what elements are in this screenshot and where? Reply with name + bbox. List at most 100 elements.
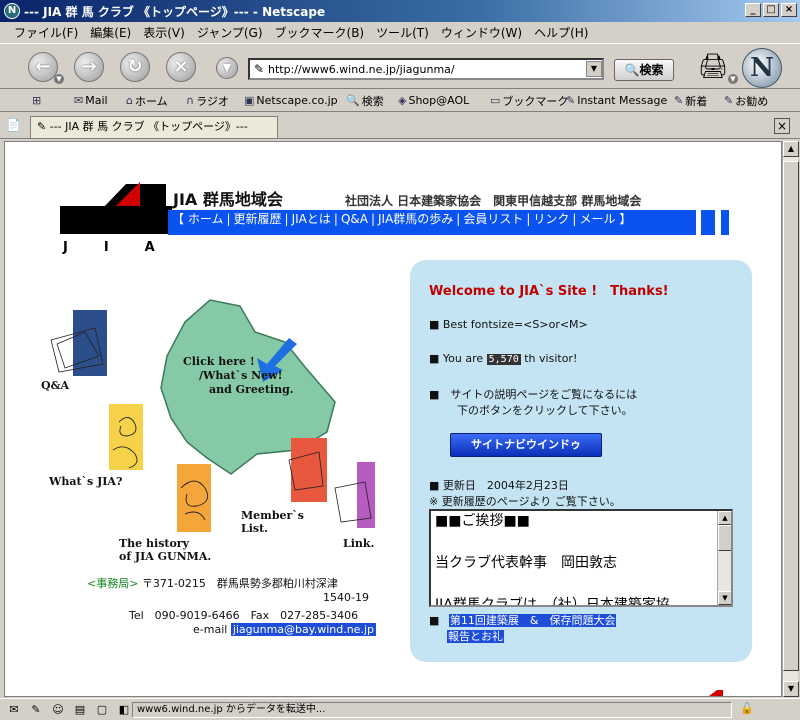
office-address: <事務局> 〒371-0215 群馬県勢多郡粕川村深津 xyxy=(87,575,338,591)
members-block[interactable] xyxy=(291,438,327,502)
map-text-3[interactable]: and Greeting. xyxy=(209,384,294,396)
office-label: <事務局> xyxy=(87,577,139,590)
nav-decor-block xyxy=(701,210,715,235)
whats-jia-block[interactable] xyxy=(109,404,143,470)
scroll-up-icon[interactable]: ▲ xyxy=(718,511,731,525)
bookmark-icon: ✎ xyxy=(566,94,576,107)
menu-bookmarks[interactable]: ブックマーク(B) xyxy=(275,24,365,41)
map-text-2[interactable]: /What`s New! xyxy=(199,370,282,382)
go-dropdown-button[interactable]: ▼ xyxy=(216,57,238,79)
stop-button[interactable]: × xyxy=(166,52,196,82)
back-history-dropdown-icon[interactable]: ▼ xyxy=(54,74,64,84)
history-link-2[interactable]: of JIA GUNMA. xyxy=(119,551,211,563)
scroll-up-icon[interactable]: ▲ xyxy=(783,141,799,157)
menu-edit[interactable]: 編集(E) xyxy=(90,24,131,41)
email-link[interactable]: jiagunma@bay.wind.ne.jp xyxy=(230,623,376,636)
composer-page-icon[interactable]: ▢ xyxy=(94,702,110,718)
url-bar[interactable]: ✎ ▼ xyxy=(248,58,604,80)
bookmark-new[interactable]: ✎ 新着 xyxy=(674,93,707,109)
bookmark-bookmarks[interactable]: ▭ ブックマーク xyxy=(490,93,568,109)
menu-help[interactable]: ヘルプ(H) xyxy=(534,24,588,41)
bookmark-search[interactable]: 🔍 検索 xyxy=(346,93,384,109)
tab-strip: 📄 ✎ --- JIA 群 馬 クラブ 《トップページ》--- × xyxy=(0,113,800,139)
bookmark-new-label: 新着 xyxy=(685,94,708,108)
greeting-textarea[interactable]: ■■ご挨拶■■ 当クラブ代表幹事 岡田敦志 JIA群馬クラブは、（社）日本建築家… xyxy=(429,509,733,607)
nav-qa[interactable]: Q&A xyxy=(341,212,368,226)
greeting-scrollbar[interactable]: ▲ ▼ xyxy=(717,511,731,605)
nav-bracket-close: 】 xyxy=(619,212,632,226)
bookmark-radio[interactable]: ∩ ラジオ xyxy=(186,93,229,109)
url-input[interactable] xyxy=(268,61,586,77)
link-link[interactable]: Link. xyxy=(343,538,374,550)
scroll-down-icon[interactable]: ▼ xyxy=(783,681,799,697)
close-tab-icon[interactable]: × xyxy=(774,118,790,134)
bookmark-mail[interactable]: ✉ Mail xyxy=(74,94,108,107)
nav-history[interactable]: JIA群馬の歩み xyxy=(378,212,453,226)
page-scrollbar[interactable]: ▲ ▼ xyxy=(782,141,799,697)
print-dropdown-icon[interactable]: ▼ xyxy=(728,74,738,84)
map-text-1[interactable]: Click here ! xyxy=(183,356,255,368)
nav-about-jia[interactable]: JIAとは xyxy=(292,212,331,226)
aim-icon[interactable]: ☺ xyxy=(50,702,66,718)
nav-update-history[interactable]: 更新履歴 xyxy=(234,212,282,226)
scroll-thumb[interactable] xyxy=(783,161,799,671)
url-dropdown-icon[interactable]: ▼ xyxy=(586,61,602,77)
mail-status-icon[interactable]: ✉ xyxy=(6,702,22,718)
navigation-toolbar: ← ▼ → ↻ × ▼ ✎ ▼ 🔍検索 🖨 ▼ N xyxy=(0,43,800,89)
office-tel-fax: Tel 090-9019-6466 Fax 027-285-3406 xyxy=(129,609,359,622)
nav-links[interactable]: リンク xyxy=(533,212,569,226)
close-button[interactable]: × xyxy=(781,3,797,17)
main-nav: 【 ホーム | 更新履歴 | JIAとは | Q&A | JIA群馬の歩み | 会員リスト | リンク |… xyxy=(168,210,696,235)
menu-file[interactable]: ファイル(F) xyxy=(14,24,78,41)
bookmark-shop-aol[interactable]: ◈ Shop@AOL xyxy=(398,94,469,107)
history-link-1[interactable]: The history xyxy=(119,538,189,550)
bookmark-bookmarks-label: ブックマーク xyxy=(502,94,569,108)
bookmark-netscape[interactable]: ▣ Netscape.co.jp xyxy=(244,94,338,107)
reload-button[interactable]: ↻ xyxy=(120,52,150,82)
site-navi-button[interactable]: サイトナビウインドゥ xyxy=(450,433,602,457)
maximize-button[interactable]: □ xyxy=(763,3,779,17)
offline-icon[interactable]: ◧ xyxy=(116,702,132,718)
whats-jia-link[interactable]: What`s JIA? xyxy=(49,476,122,488)
nav-member-list[interactable]: 会員リスト xyxy=(463,212,523,226)
members-link-2[interactable]: List. xyxy=(241,523,268,535)
footer-logo-fragment xyxy=(709,690,723,696)
composer-icon[interactable]: ✎ xyxy=(28,702,44,718)
members-link-1[interactable]: Member`s xyxy=(241,510,304,522)
netscape-app-icon[interactable]: N xyxy=(4,3,20,19)
link-block[interactable] xyxy=(357,462,375,528)
home-icon: ⌂ xyxy=(126,94,133,107)
minimize-button[interactable]: _ xyxy=(745,3,761,17)
news-link-2[interactable]: 報告とお礼 xyxy=(447,630,504,643)
security-lock-icon[interactable]: 🔓 xyxy=(740,702,754,715)
print-icon[interactable]: 🖨 xyxy=(696,52,730,82)
bookmark-instant-message[interactable]: ✎ Instant Message xyxy=(566,94,667,107)
forward-arrow-icon: → xyxy=(81,56,97,77)
menu-tools[interactable]: ツール(T) xyxy=(376,24,429,41)
nav-home[interactable]: ホーム xyxy=(188,212,224,226)
sidebar-toggle-icon[interactable]: ⊞ xyxy=(32,94,43,107)
status-text: www6.wind.ne.jp からデータを転送中... xyxy=(132,702,732,718)
forward-button[interactable]: → xyxy=(74,52,104,82)
fontsize-note: ■ Best fontsize=<S>or<M> xyxy=(429,318,588,331)
qa-link[interactable]: Q&A xyxy=(41,380,69,392)
history-block[interactable] xyxy=(177,464,211,532)
scroll-down-icon[interactable]: ▼ xyxy=(718,591,731,605)
bookmark-recommended[interactable]: ✎ お勧め xyxy=(724,93,768,109)
netscape-logo-icon[interactable]: N xyxy=(742,48,782,88)
page-content: JIA JIA 群馬地域会 社団法人 日本建築家協会 関東甲信越支部 群馬地域会… xyxy=(4,141,782,697)
scroll-thumb[interactable] xyxy=(718,525,731,551)
visitor-count: 5,570 xyxy=(486,354,521,365)
address-book-icon[interactable]: ▤ xyxy=(72,702,88,718)
menu-go[interactable]: ジャンプ(G) xyxy=(197,24,263,41)
menu-window[interactable]: ウィンドウ(W) xyxy=(441,24,522,41)
new-tab-icon[interactable]: 📄 xyxy=(6,118,22,134)
nav-mail[interactable]: メール xyxy=(579,212,615,226)
search-button[interactable]: 🔍検索 xyxy=(614,59,674,81)
bookmark-home[interactable]: ⌂ ホーム xyxy=(126,93,168,109)
gunma-map-illustration[interactable] xyxy=(35,292,375,552)
office-address-line-2: 1540-19 xyxy=(323,591,369,604)
tab-current[interactable]: ✎ --- JIA 群 馬 クラブ 《トップページ》--- xyxy=(30,116,278,138)
menu-view[interactable]: 表示(V) xyxy=(143,24,185,41)
news-link-1[interactable]: 第11回建築展 & 保存問題大会 xyxy=(448,614,617,627)
